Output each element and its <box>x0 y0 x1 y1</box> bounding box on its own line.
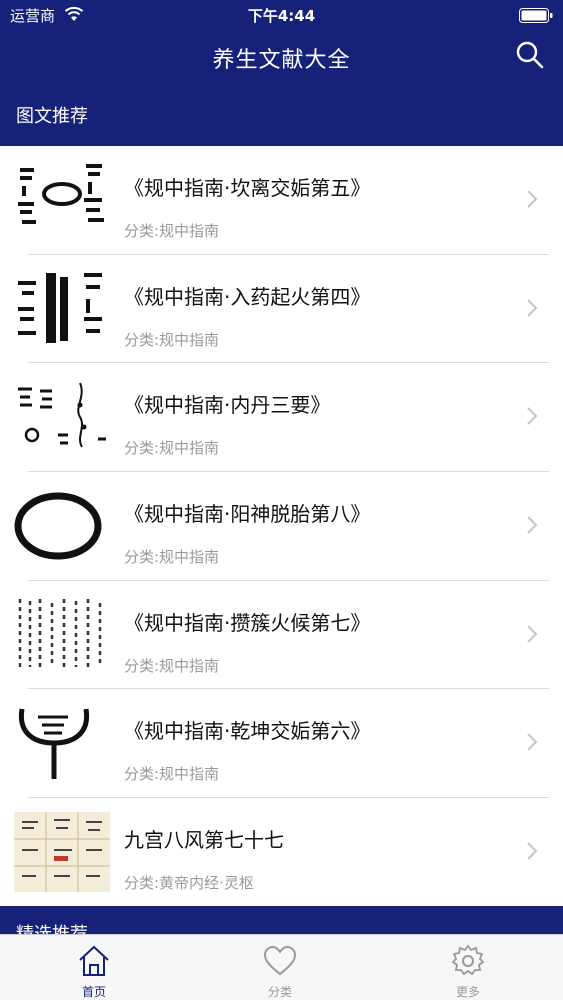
tab-home[interactable]: 首页 <box>34 935 154 1000</box>
gear-icon <box>451 944 485 976</box>
article-title: 《规中指南·入药起火第四》 <box>124 284 371 309</box>
chevron-right-icon <box>527 624 538 643</box>
article-thumbnail <box>14 703 110 784</box>
home-icon <box>79 945 109 976</box>
list-item[interactable]: 《规中指南·坎离交姤第五》 分类:规中指南 <box>0 146 563 255</box>
battery-icon <box>519 8 553 23</box>
status-bar: 运营商 下午4:44 <box>0 0 563 30</box>
list-item[interactable]: 九宫八风第七十七 分类:黄帝内经·灵枢 <box>0 798 563 907</box>
article-thumbnail <box>14 594 110 675</box>
chevron-right-icon <box>527 298 538 317</box>
list-item[interactable]: 《规中指南·阳神脱胎第八》 分类:规中指南 <box>0 472 563 581</box>
heart-icon <box>263 945 297 976</box>
chevron-right-icon <box>527 733 538 752</box>
article-category: 分类:规中指南 <box>124 656 220 675</box>
article-thumbnail <box>14 160 110 240</box>
article-category: 分类:规中指南 <box>124 439 220 458</box>
list-item[interactable]: 《规中指南·攒簇火候第七》 分类:规中指南 <box>0 581 563 690</box>
article-title: 《规中指南·坎离交姤第五》 <box>124 176 371 200</box>
list-item[interactable]: 《规中指南·乾坤交姤第六》 分类:规中指南 <box>0 689 563 799</box>
navigation-bar: 运营商 下午4:44 养生文献大全 <box>0 0 563 88</box>
article-thumbnail <box>14 486 110 567</box>
list-item[interactable]: 《规中指南·内丹三要》 分类:规中指南 <box>0 363 563 473</box>
article-category: 分类:规中指南 <box>124 330 220 349</box>
page-title: 养生文献大全 <box>212 48 351 73</box>
tab-category[interactable]: 分类 <box>220 935 340 1000</box>
article-category: 分类:规中指南 <box>124 765 220 784</box>
article-thumbnail <box>14 268 110 349</box>
article-thumbnail <box>14 377 110 458</box>
article-category: 分类:规中指南 <box>124 548 220 567</box>
article-title: 《规中指南·乾坤交姤第六》 <box>124 719 371 744</box>
section-header-recommended: 图文推荐 <box>0 88 563 146</box>
article-category: 分类:黄帝内经·灵枢 <box>124 874 254 893</box>
tab-label: 分类 <box>267 985 292 999</box>
tab-label: 更多 <box>455 985 480 999</box>
search-icon[interactable] <box>515 40 545 70</box>
article-thumbnail <box>14 812 110 893</box>
status-time: 下午4:44 <box>247 7 316 25</box>
article-list: 《规中指南·坎离交姤第五》 分类:规中指南 《规中指南·入药起火第四》 分类:规… <box>0 146 563 907</box>
section-header-featured: 精选推荐 <box>0 906 563 936</box>
article-title: 九宫八风第七十七 <box>124 828 284 853</box>
chevron-right-icon <box>527 516 538 534</box>
article-title: 《规中指南·内丹三要》 <box>124 393 331 418</box>
article-category: 分类:规中指南 <box>124 222 220 240</box>
tab-label: 首页 <box>81 985 106 999</box>
chevron-right-icon <box>527 407 538 426</box>
article-title: 《规中指南·攒簇火候第七》 <box>124 610 371 635</box>
article-title: 《规中指南·阳神脱胎第八》 <box>124 502 371 527</box>
chevron-right-icon <box>527 842 538 860</box>
tab-bar: 首页 分类 更多 <box>0 934 563 1000</box>
chevron-right-icon <box>527 190 538 208</box>
tab-more[interactable]: 更多 <box>408 935 528 1000</box>
list-item[interactable]: 《规中指南·入药起火第四》 分类:规中指南 <box>0 255 563 364</box>
